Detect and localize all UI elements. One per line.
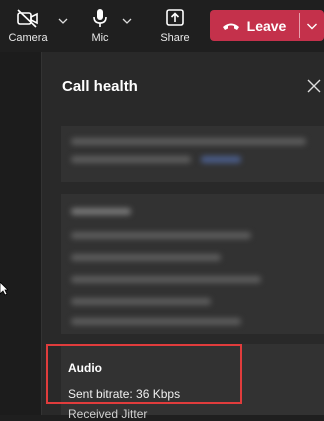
blurred-section-details [61,194,324,334]
share-screen-icon [165,8,185,28]
blurred-row [71,138,306,145]
blurred-row [71,156,191,163]
highlight-annotation-box [46,344,242,404]
mic-label: Mic [91,32,109,44]
leave-button[interactable]: Leave [210,10,298,41]
blurred-row [71,298,211,305]
blurred-row [71,276,261,283]
share-label: Share [160,32,190,44]
mouse-cursor-icon [0,282,8,296]
blurred-row [71,318,241,325]
hang-up-icon [222,23,239,30]
mic-button[interactable]: Mic [85,0,115,52]
camera-options-chevron-icon[interactable] [57,15,69,27]
microphone-icon [91,8,109,28]
leave-button-group: Leave [210,10,324,41]
leave-label: Leave [246,17,287,34]
camera-button[interactable]: Camera [8,0,48,52]
share-button[interactable]: Share [157,0,193,52]
camera-off-icon [16,8,40,28]
blurred-row [71,254,221,261]
meeting-stage [0,52,41,415]
blurred-row [71,208,131,215]
leave-options-button[interactable] [300,10,324,41]
blurred-row [71,232,251,239]
blurred-section-network [61,126,324,182]
blurred-link [201,156,241,163]
panel-title: Call health [62,78,138,95]
mic-options-chevron-icon[interactable] [121,15,133,27]
close-icon[interactable] [307,79,321,93]
received-jitter-label: Received Jitter [68,407,148,421]
call-health-panel: Call health Audio Sent bitrate: 36 Kbps … [41,52,324,421]
camera-label: Camera [8,32,48,44]
chevron-down-icon [307,23,317,29]
call-toolbar: Camera Mic Share Leave [0,0,324,52]
